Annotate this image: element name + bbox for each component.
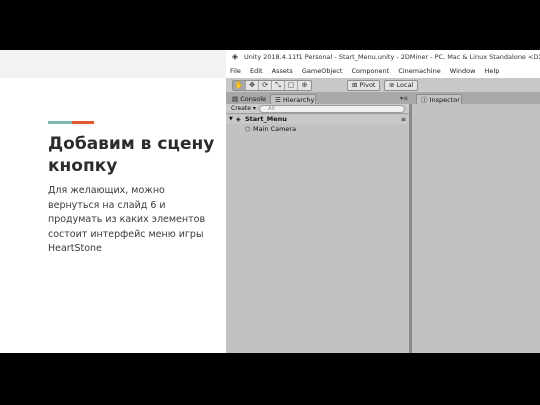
tab-inspector[interactable]: ⓘ Inspector — [416, 94, 462, 104]
pivot-icon: ⊞ — [352, 81, 360, 89]
tab-hierarchy-label: Hierarchy — [282, 96, 315, 104]
inspector-panel — [415, 104, 540, 353]
expand-arrow-icon[interactable]: ▼ — [229, 115, 233, 124]
hierarchy-toolbar: Create ▾ All — [226, 104, 409, 114]
rect-tool-icon[interactable]: ▢ — [285, 81, 298, 90]
create-dropdown-button[interactable]: Create ▾ — [231, 105, 256, 113]
menu-help[interactable]: Help — [485, 64, 500, 78]
menu-assets[interactable]: Assets — [272, 64, 293, 78]
menu-gameobject[interactable]: GameObject — [302, 64, 343, 78]
move-tool-icon[interactable]: ✥ — [246, 81, 259, 90]
local-toggle-button[interactable]: ⊚ Local — [384, 80, 419, 91]
accent-bar-orange — [72, 121, 94, 124]
window-titlebar: ◈ Unity 2018.4.11f1 Personal - Start_Menu… — [226, 50, 540, 64]
transform-tools: ✋ ✥ ⟳ ⤡ ▢ ⊕ — [232, 80, 312, 91]
main-toolbar: ✋ ✥ ⟳ ⤡ ▢ ⊕ ⊞ Pivot ⊚ Local — [226, 78, 540, 93]
pivot-toggle-button[interactable]: ⊞ Pivot — [347, 80, 381, 91]
slide-header-strip — [0, 50, 226, 78]
menu-edit[interactable]: Edit — [250, 64, 263, 78]
scene-name: Start_Menu — [245, 115, 287, 123]
accent-bar-teal — [48, 121, 72, 124]
window-title: Unity 2018.4.11f1 Personal - Start_Menu.… — [244, 53, 540, 61]
hierarchy-panel: Create ▾ All ▼ ◈ Start_Menu ≡ ⬡ Main Cam… — [226, 104, 412, 353]
slide-body: Для желающих, можно вернуться на слайд 6… — [48, 185, 206, 254]
slide: Добавим в сцену кнопку Для желающих, мож… — [0, 50, 540, 353]
local-label: Local — [396, 81, 414, 89]
scene-row[interactable]: ▼ ◈ Start_Menu ≡ — [226, 115, 409, 124]
unity-logo-icon: ◈ — [231, 52, 239, 61]
hand-tool-icon[interactable]: ✋ — [233, 81, 246, 90]
gameobject-name: Main Camera — [253, 125, 297, 133]
gameobject-icon: ⬡ — [245, 126, 251, 133]
console-icon: ▤ — [232, 95, 241, 103]
panel-tab-bar: ▤ Console ☰ Hierarchy ▾≡ ⓘ Inspector — [226, 93, 540, 104]
pivot-label: Pivot — [359, 81, 376, 89]
rotate-tool-icon[interactable]: ⟳ — [259, 81, 272, 90]
slide-title: Добавим в сцену кнопку — [48, 134, 215, 176]
local-icon: ⊚ — [389, 81, 397, 89]
menu-cinemachine[interactable]: Cinemachine — [398, 64, 440, 78]
pane-options-icon[interactable]: ▾≡ — [400, 95, 408, 102]
hierarchy-icon: ☰ — [275, 96, 283, 104]
menu-component[interactable]: Component — [351, 64, 389, 78]
menu-bar: File Edit Assets GameObject Component Ci… — [226, 64, 540, 78]
transform-tool-icon[interactable]: ⊕ — [298, 81, 311, 90]
inspector-icon: ⓘ — [421, 96, 430, 104]
scene-options-icon[interactable]: ≡ — [401, 115, 406, 124]
menu-file[interactable]: File — [230, 64, 241, 78]
scene-icon: ◈ — [236, 116, 241, 123]
tab-console-label: Console — [240, 95, 267, 103]
list-item[interactable]: ⬡ Main Camera — [226, 125, 409, 134]
menu-window[interactable]: Window — [450, 64, 476, 78]
unity-editor-window: ◈ Unity 2018.4.11f1 Personal - Start_Menu… — [226, 50, 540, 353]
tab-inspector-label: Inspector — [429, 96, 460, 104]
tab-hierarchy[interactable]: ☰ Hierarchy — [270, 94, 316, 104]
hierarchy-search-input[interactable]: All — [259, 105, 405, 113]
tab-console[interactable]: ▤ Console — [228, 94, 270, 104]
scale-tool-icon[interactable]: ⤡ — [272, 81, 285, 90]
